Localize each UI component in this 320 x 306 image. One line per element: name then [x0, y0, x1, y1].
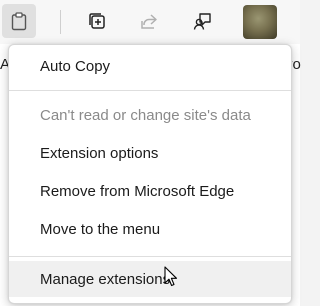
mouse-pointer-icon — [164, 266, 178, 293]
menu-item-manage-extensions[interactable]: Manage extensions — [9, 261, 291, 297]
share-icon[interactable] — [132, 4, 166, 38]
profile-avatar[interactable] — [243, 5, 277, 39]
extension-context-menu: Auto Copy Can't read or change site's da… — [8, 44, 292, 304]
menu-item-remove-extension[interactable]: Remove from Microsoft Edge — [9, 173, 291, 209]
menu-item-label: Remove from Microsoft Edge — [40, 182, 235, 200]
clipboard-extension-icon[interactable] — [2, 4, 36, 38]
menu-divider — [9, 256, 291, 257]
browser-toolbar — [0, 0, 300, 44]
menu-item-label: Auto Copy — [40, 57, 111, 75]
collections-icon[interactable] — [80, 4, 114, 38]
menu-item-auto-copy[interactable]: Auto Copy — [9, 48, 291, 84]
menu-item-site-access: Can't read or change site's data — [9, 97, 291, 133]
menu-item-move-to-menu[interactable]: Move to the menu — [9, 211, 291, 247]
feedback-icon[interactable] — [186, 4, 220, 38]
menu-item-label: Manage extensions — [40, 270, 171, 288]
menu-item-extension-options[interactable]: Extension options — [9, 135, 291, 171]
toolbar-separator — [60, 10, 61, 34]
menu-item-label: Extension options — [40, 144, 159, 162]
menu-divider — [9, 90, 291, 91]
menu-item-label: Move to the menu — [40, 220, 161, 238]
menu-item-label: Can't read or change site's data — [40, 106, 251, 124]
